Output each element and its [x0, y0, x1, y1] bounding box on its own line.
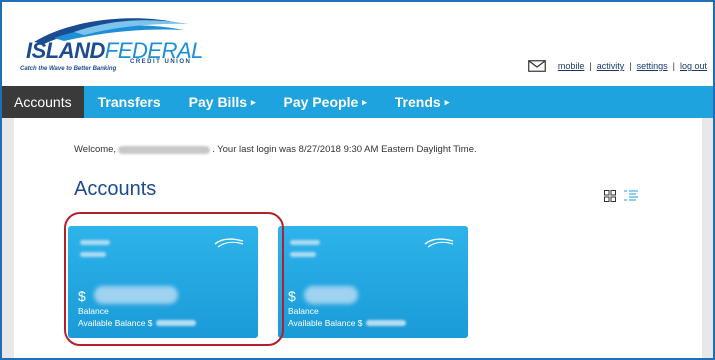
account-card[interactable]: $ Balance Available Balance $ [278, 226, 468, 338]
nav-accounts-label: Accounts [14, 94, 72, 110]
account-card[interactable]: $ Balance Available Balance $ [68, 226, 258, 338]
redacted-available-balance [155, 320, 196, 326]
content-gutter [702, 118, 713, 358]
welcome-message: Welcome, . Your last login was 8/27/2018… [74, 144, 477, 155]
balance-label: Balance [288, 306, 319, 316]
welcome-prefix: Welcome, [74, 144, 117, 155]
balance-label: Balance [78, 306, 109, 316]
chevron-right-icon: ▸ [362, 96, 367, 107]
nav-transfers[interactable]: Transfers [84, 86, 175, 118]
island-federal-logo[interactable]: ISLANDFEDERAL CREDIT UNION [20, 8, 220, 72]
nav-trends[interactable]: Trends ▸ [381, 86, 463, 118]
redacted-username [118, 145, 211, 154]
nav-transfers-label: Transfers [97, 94, 161, 110]
wave-icon [424, 238, 454, 248]
logo-subtitle: CREDIT UNION [130, 59, 192, 65]
separator: | [629, 61, 632, 71]
nav-trends-label: Trends [394, 94, 441, 110]
header: ISLANDFEDERAL CREDIT UNION Catch the Wav… [2, 2, 713, 84]
browser-frame: ISLANDFEDERAL CREDIT UNION Catch the Wav… [0, 0, 715, 360]
grid-view-icon[interactable] [604, 190, 616, 202]
welcome-suffix: . Your last login was 8/27/2018 9:30 AM … [212, 144, 477, 155]
available-balance-label: Available Balance $ [78, 318, 153, 328]
mail-icon[interactable] [528, 60, 546, 72]
page-title: Accounts [74, 178, 157, 200]
mobile-link[interactable]: mobile [558, 61, 585, 71]
top-links: mobile | activity | settings | log out [528, 60, 707, 72]
available-balance: Available Balance $ [288, 318, 406, 328]
nav-pay-people[interactable]: Pay People ▸ [270, 86, 381, 118]
separator: | [672, 61, 675, 71]
view-toggle [604, 190, 638, 202]
wave-icon [214, 238, 244, 248]
redacted-account-name [290, 240, 320, 245]
redacted-account-number [290, 252, 316, 257]
activity-link[interactable]: activity [597, 61, 625, 71]
logout-link[interactable]: log out [680, 61, 707, 71]
list-view-icon[interactable] [624, 190, 638, 202]
currency-symbol: $ [288, 288, 296, 304]
nav-accounts[interactable]: Accounts [2, 86, 84, 125]
currency-symbol: $ [78, 288, 86, 304]
settings-link[interactable]: settings [637, 61, 668, 71]
redacted-balance [304, 286, 358, 304]
chevron-right-icon: ▸ [444, 96, 450, 107]
accounts-panel: Welcome, . Your last login was 8/27/2018… [14, 118, 702, 358]
redacted-available-balance [365, 320, 406, 326]
redacted-account-name [80, 240, 110, 245]
redacted-balance [94, 286, 178, 304]
tagline: Catch the Wave to Better Banking [20, 66, 117, 72]
redacted-account-number [80, 252, 106, 257]
available-balance: Available Balance $ [78, 318, 196, 328]
nav-pay-people-label: Pay People [283, 94, 359, 110]
chevron-right-icon: ▸ [251, 96, 256, 107]
logo-name-bold: ISLAND [26, 38, 105, 63]
available-balance-label: Available Balance $ [288, 318, 363, 328]
nav-pay-bills-label: Pay Bills [188, 94, 248, 110]
nav-pay-bills[interactable]: Pay Bills ▸ [175, 86, 270, 118]
main-nav: Accounts Transfers Pay Bills ▸ Pay Peopl… [2, 86, 713, 125]
separator: | [589, 61, 592, 71]
